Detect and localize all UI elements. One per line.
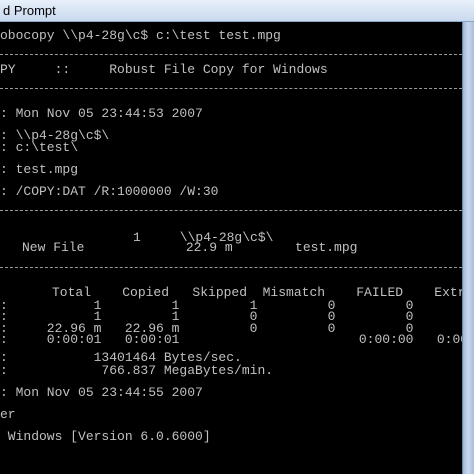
divider — [0, 54, 462, 55]
files-line: : test.mpg — [0, 162, 79, 177]
command-line: obocopy \\p4-28g\c$ c:\test test.mpg — [0, 28, 281, 43]
windows-version-line: Windows [Version 6.0.6000] — [0, 429, 211, 444]
title-bar[interactable]: d Prompt — [0, 0, 474, 22]
divider — [0, 88, 462, 89]
summary-row-times: : 0:00:01 0:00:01 0:00:00 0:00:00 — [0, 332, 462, 347]
window-frame-border — [462, 22, 474, 474]
divider — [0, 210, 462, 211]
console-output[interactable]: obocopy \\p4-28g\c$ c:\test test.mpg PY … — [0, 22, 462, 474]
dest-line: : c:\test\ — [0, 140, 79, 155]
window-title: d Prompt — [3, 3, 56, 18]
new-file-line: New File 22.9 m test.mpg — [22, 240, 358, 255]
ended-line: : Mon Nov 05 23:44:55 2007 — [0, 385, 203, 400]
prompt-tail-line: er — [0, 407, 16, 422]
started-line: : Mon Nov 05 23:44:53 2007 — [0, 106, 203, 121]
speed-mb-line: : 766.837 MegaBytes/min. — [0, 363, 274, 378]
options-line: : /COPY:DAT /R:1000000 /W:30 — [0, 184, 219, 199]
robocopy-banner: PY :: Robust File Copy for Windows — [0, 62, 328, 77]
divider — [0, 267, 462, 268]
